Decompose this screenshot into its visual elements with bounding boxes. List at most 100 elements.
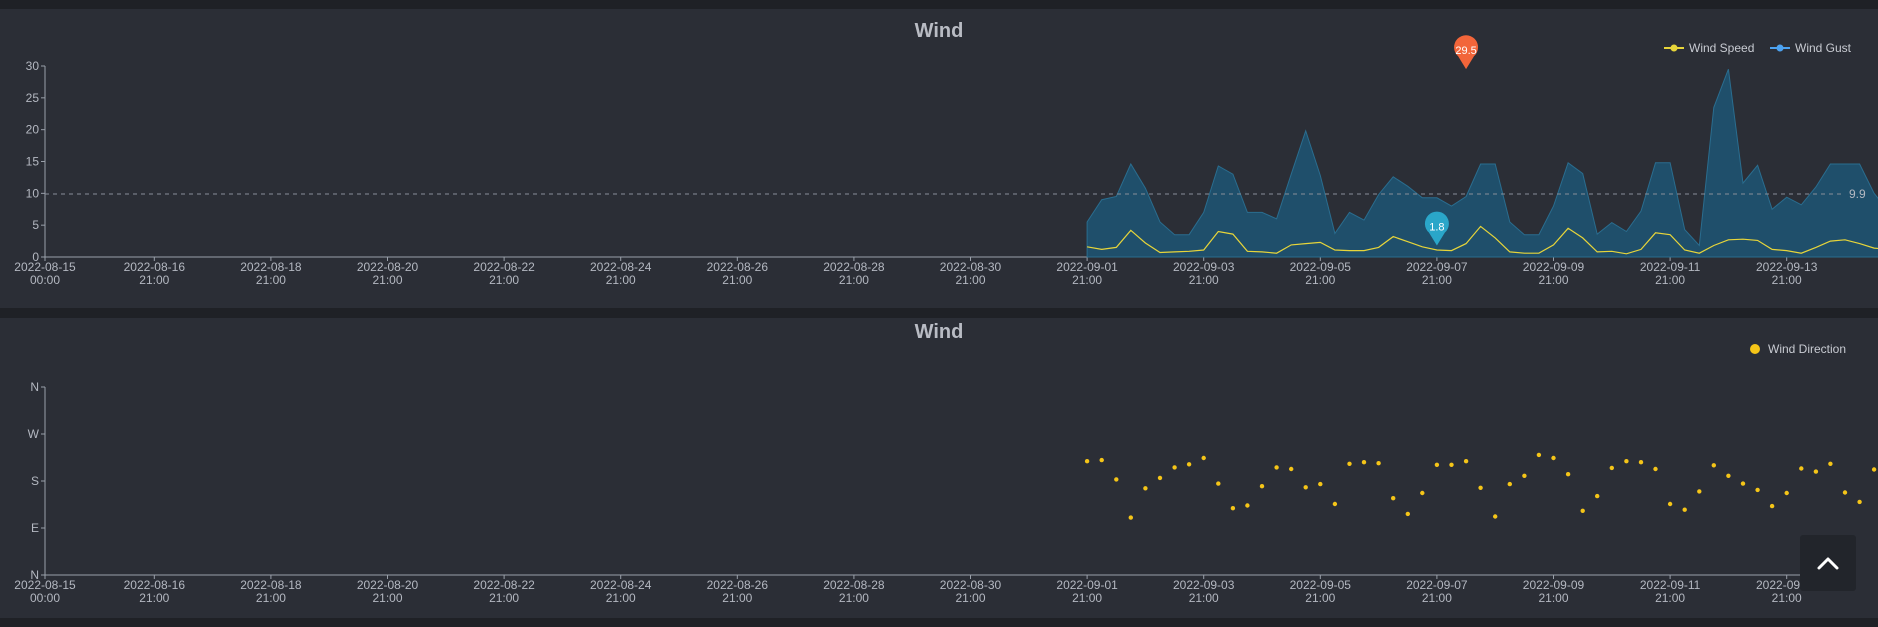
x-tick-label: 2022-09-11 21:00 bbox=[1640, 578, 1701, 605]
x-tick-label: 2022-08-18 21:00 bbox=[240, 578, 302, 605]
x-tick-label: 2022-09-09 21:00 bbox=[1523, 260, 1585, 287]
wind-direction-point bbox=[1871, 467, 1877, 472]
x-tick-label: 2022-09-13 21:00 bbox=[1756, 260, 1818, 287]
wind-direction-point bbox=[1682, 507, 1687, 512]
wind-direction-point bbox=[1201, 455, 1206, 461]
chart-title: Wind bbox=[915, 321, 964, 343]
wind-direction-point bbox=[1493, 514, 1498, 519]
x-tick-label: 2022-08-15 00:00 bbox=[14, 260, 76, 287]
y-tick-label: 5 bbox=[32, 218, 39, 232]
x-tick-label: 2022-08-16 21:00 bbox=[124, 260, 186, 287]
legend-marker-wind-direction bbox=[1750, 344, 1760, 354]
x-tick-label: 2022-09-11 21:00 bbox=[1640, 260, 1701, 287]
x-tick-label: 2022-08-15 00:00 bbox=[14, 578, 76, 605]
legend-label-wind-direction: Wind Direction bbox=[1768, 342, 1846, 356]
wind-direction-point bbox=[1551, 455, 1556, 461]
wind-direction-point bbox=[1565, 472, 1571, 477]
x-tick-label: 2022-08-28 21:00 bbox=[823, 260, 885, 287]
y-tick-label: N bbox=[30, 380, 39, 394]
wind-direction-point bbox=[1813, 469, 1819, 474]
legend-item-wind-speed[interactable]: Wind Speed bbox=[1664, 41, 1754, 55]
wind-direction-point bbox=[1289, 466, 1294, 472]
chart-title: Wind bbox=[915, 20, 964, 42]
wind-direction-point bbox=[1624, 459, 1629, 464]
chevron-up-icon bbox=[1817, 557, 1839, 570]
series-wind-gust-area bbox=[1086, 69, 1878, 258]
wind-direction-point bbox=[1726, 473, 1731, 478]
x-tick-label: 2022-08-30 21:00 bbox=[940, 260, 1002, 287]
legend-item-wind-gust[interactable]: Wind Gust bbox=[1770, 41, 1852, 55]
x-tick-label: 2022-08-20 21:00 bbox=[357, 260, 419, 287]
wind-direction-point bbox=[1595, 493, 1600, 499]
plot-area: 9.9 29.5 1.8 bbox=[45, 35, 1878, 258]
x-tick-label: 2022-08-20 21:00 bbox=[357, 578, 419, 605]
wind-direction-point bbox=[1740, 481, 1746, 486]
wind-direction-point bbox=[1653, 466, 1658, 472]
wind-direction-point bbox=[1230, 506, 1236, 511]
axes: NESWN2022-08-15 00:002022-08-16 21:002022-… bbox=[14, 380, 1845, 605]
x-tick-label: 2022-08-24 21:00 bbox=[590, 260, 652, 287]
wind-direction-chart-panel: Wind Wind Direction N E S W N 2022-08-15 00:00… bbox=[0, 318, 1878, 618]
x-tick-label: 2022-09-05 21:00 bbox=[1290, 260, 1352, 287]
wind-direction-point bbox=[1755, 487, 1760, 493]
legend-marker-wind-speed bbox=[1670, 44, 1678, 52]
wind-direction-point bbox=[1114, 477, 1119, 482]
wind-direction-point bbox=[1099, 457, 1104, 463]
x-tick-label: 2022-08-22 21:00 bbox=[473, 260, 535, 287]
y-tick-label: 15 bbox=[26, 155, 40, 169]
wind-speed-chart: Wind Wind Speed Wind Gust 05101520253020… bbox=[14, 20, 1878, 287]
wind-direction-point bbox=[1507, 481, 1513, 487]
x-tick-label: 2022-08-26 21:00 bbox=[707, 578, 769, 605]
wind-direction-point bbox=[1391, 496, 1396, 501]
x-tick-label: 2022-08-16 21:00 bbox=[124, 578, 186, 605]
x-tick-label: 2022-08-28 21:00 bbox=[823, 578, 885, 605]
wind-direction-point bbox=[1172, 465, 1177, 470]
wind-direction-point bbox=[1259, 484, 1265, 489]
wind-direction-point bbox=[1769, 503, 1775, 509]
y-tick-label: 20 bbox=[26, 123, 40, 137]
wind-direction-point bbox=[1084, 459, 1090, 464]
x-tick-label: 2022-09-01 21:00 bbox=[1056, 260, 1118, 287]
x-tick-label: 2022-09-05 21:00 bbox=[1290, 578, 1352, 605]
wind-direction-point bbox=[1128, 515, 1134, 520]
x-tick-label: 2022-09-03 21:00 bbox=[1173, 260, 1235, 287]
wind-direction-point bbox=[1536, 452, 1542, 458]
y-tick-label: 10 bbox=[26, 186, 40, 200]
wind-direction-point bbox=[1449, 462, 1454, 467]
wind-direction-point bbox=[1143, 486, 1148, 491]
x-tick-label: 2022-08-22 21:00 bbox=[473, 578, 535, 605]
y-tick-label: W bbox=[28, 427, 40, 441]
y-tick-label: E bbox=[31, 521, 39, 535]
wind-speed-chart-panel: Wind Wind Speed Wind Gust 0 5 10 15 20 25 30 20… bbox=[0, 9, 1878, 308]
wind-direction-chart: Wind Wind Direction NESWN2022-08-15 00:00… bbox=[14, 321, 1877, 605]
legend[interactable]: Wind Speed Wind Gust bbox=[1664, 41, 1852, 55]
wind-direction-point bbox=[1274, 465, 1279, 470]
wind-direction-point bbox=[1828, 461, 1833, 466]
wind-direction-point bbox=[1318, 481, 1323, 487]
legend-item-wind-direction[interactable]: Wind Direction bbox=[1750, 342, 1846, 356]
wind-direction-point bbox=[1478, 485, 1483, 490]
wind-direction-point bbox=[1216, 481, 1221, 486]
wind-direction-point bbox=[1347, 461, 1352, 466]
legend-label-wind-speed: Wind Speed bbox=[1689, 41, 1754, 55]
wind-direction-point bbox=[1361, 460, 1367, 465]
wind-direction-point bbox=[1667, 501, 1673, 507]
x-tick-label: 2022-08-26 21:00 bbox=[707, 260, 769, 287]
wind-direction-point bbox=[1711, 463, 1717, 468]
y-tick-label: S bbox=[31, 474, 39, 488]
scroll-to-top-button[interactable] bbox=[1800, 535, 1856, 591]
wind-direction-point bbox=[1857, 499, 1862, 505]
wind-direction-point bbox=[1522, 473, 1527, 478]
x-tick-label: 2022-09-09 21:00 bbox=[1523, 578, 1585, 605]
reference-line-label: 9.9 bbox=[1849, 187, 1866, 201]
plot-area bbox=[1084, 452, 1877, 520]
legend-label-wind-gust: Wind Gust bbox=[1795, 41, 1852, 55]
y-tick-label: 30 bbox=[26, 59, 40, 73]
max-value-marker: 29.5 bbox=[1454, 35, 1479, 70]
legend-marker-wind-gust bbox=[1776, 44, 1784, 52]
wind-direction-point bbox=[1186, 462, 1192, 467]
wind-direction-point bbox=[1463, 459, 1469, 464]
x-tick-label: 2022-09-07 21:00 bbox=[1406, 260, 1468, 287]
x-tick-label: 2022-09-01 21:00 bbox=[1056, 578, 1118, 605]
marker-label: 1.8 bbox=[1429, 222, 1444, 234]
